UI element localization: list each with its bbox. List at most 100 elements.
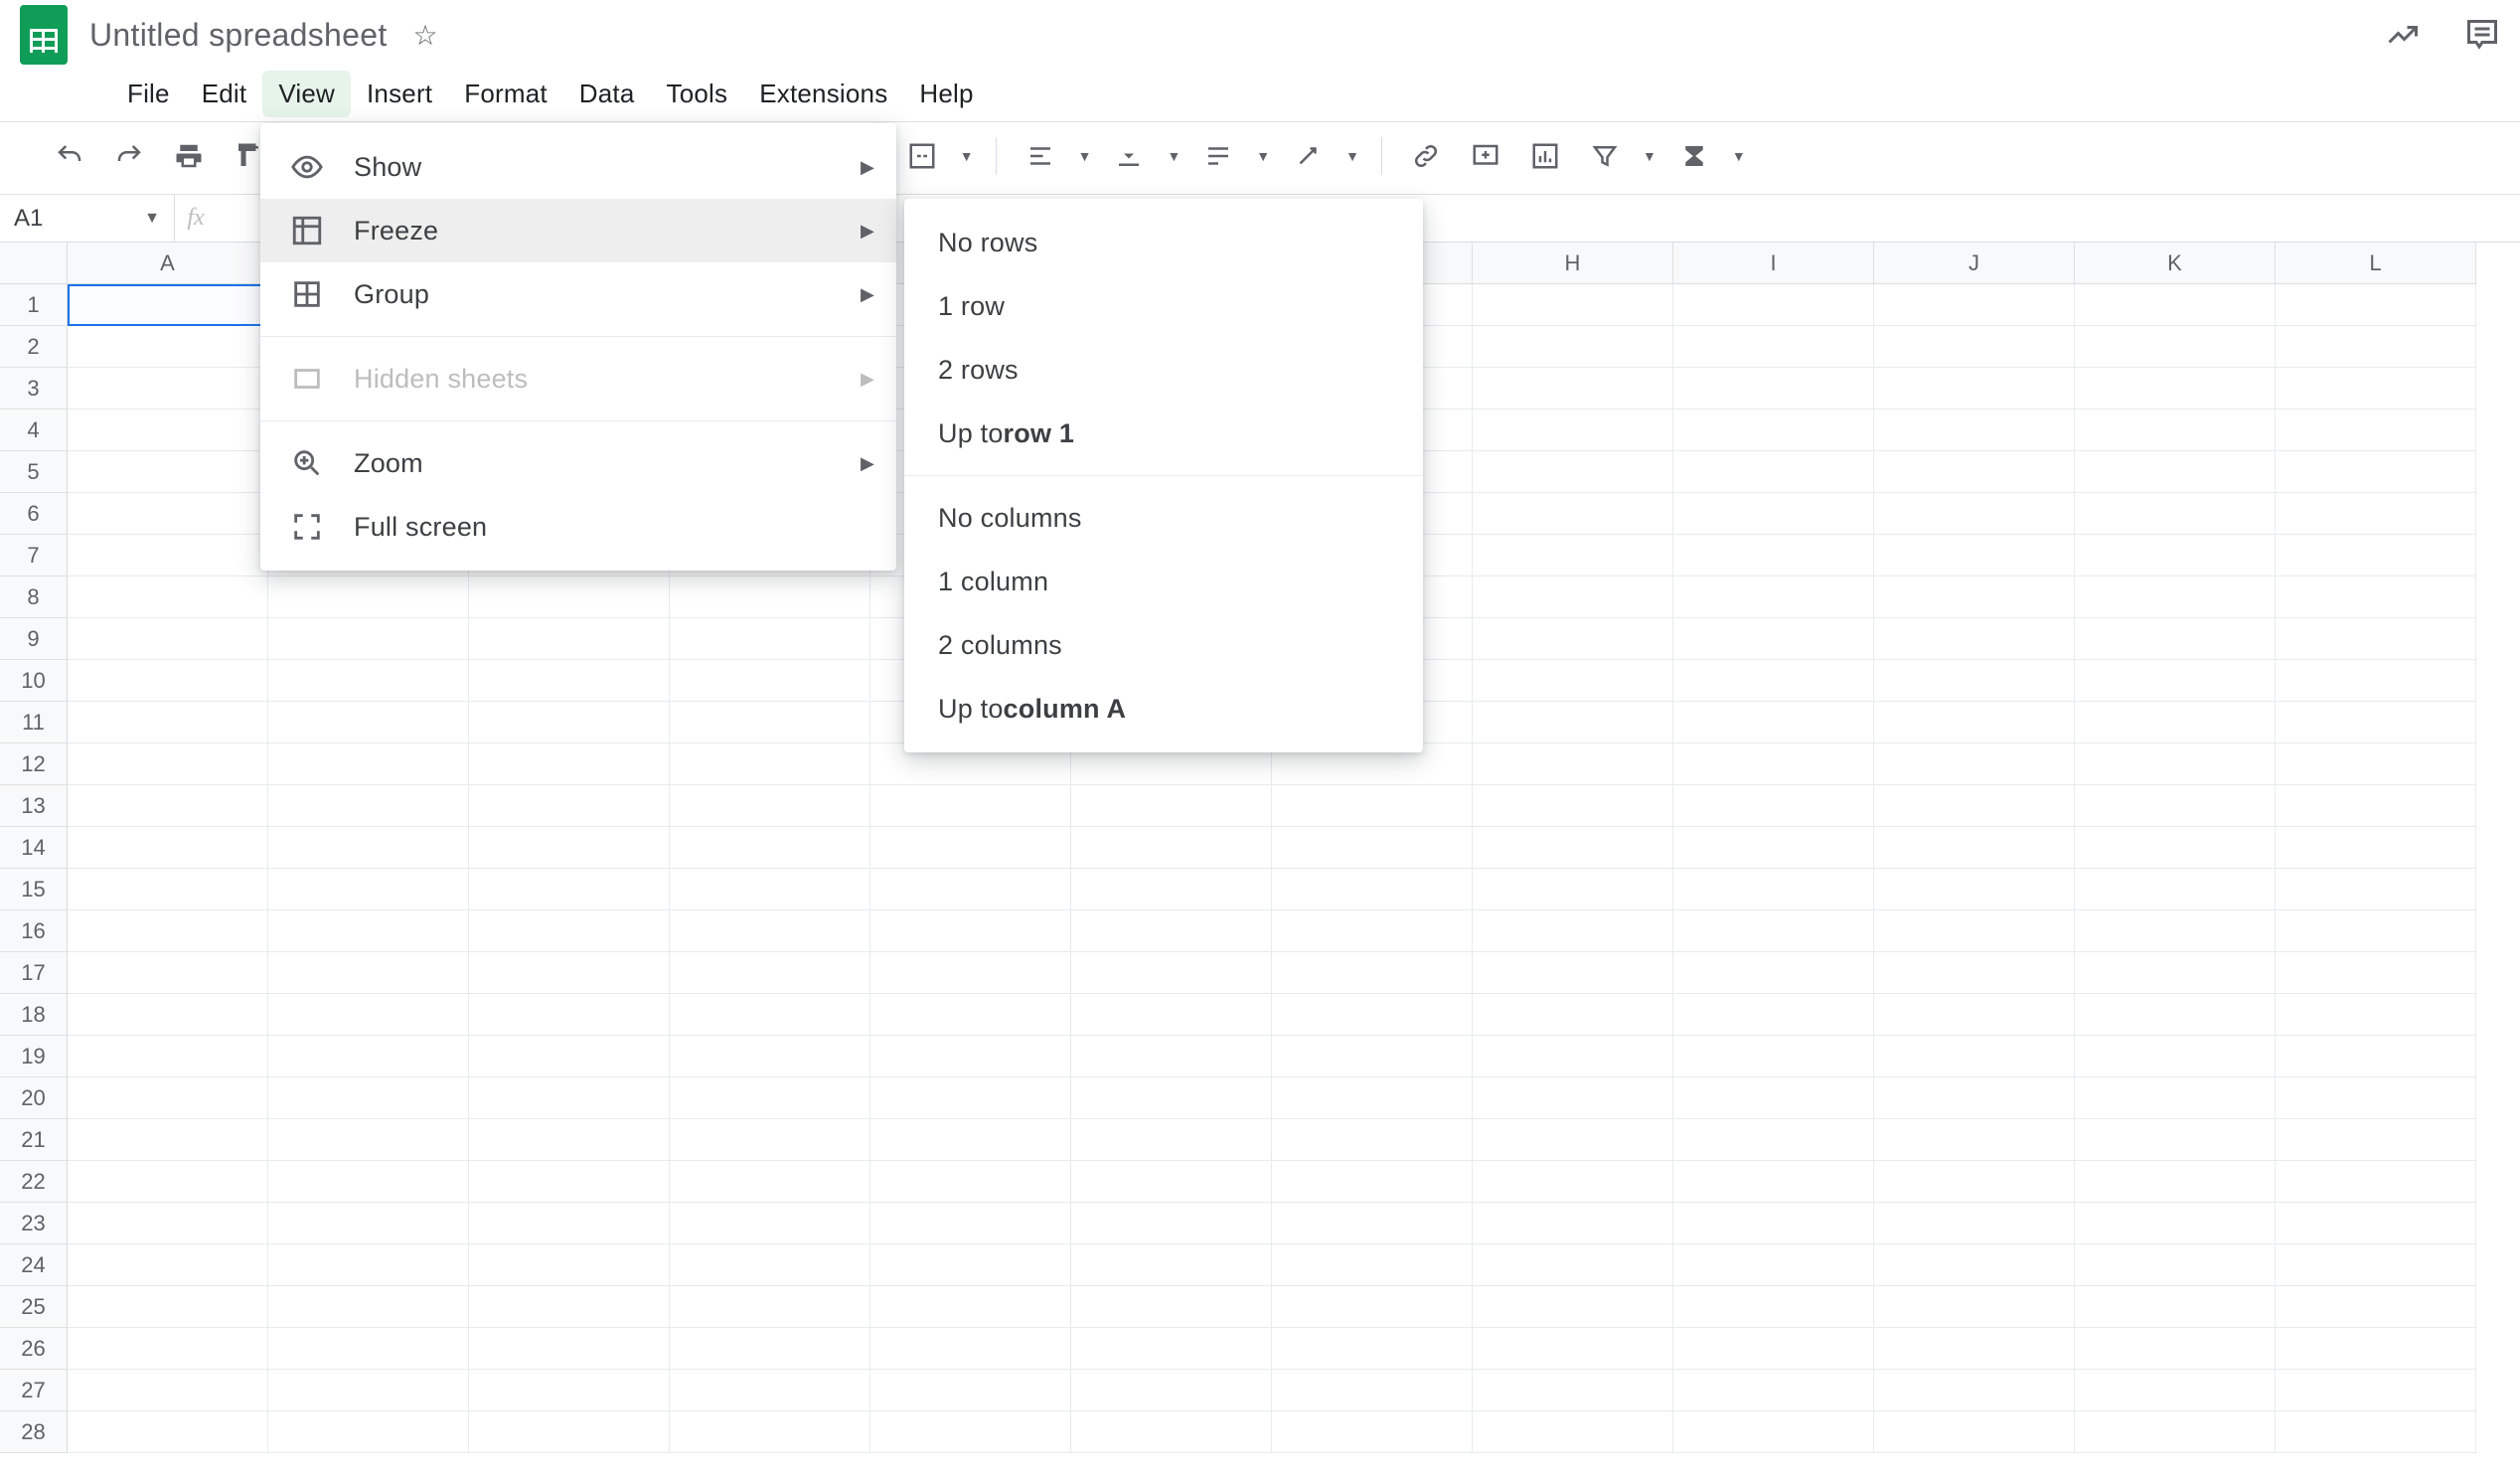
cell[interactable] bbox=[2276, 869, 2476, 910]
row-header[interactable]: 22 bbox=[0, 1161, 68, 1203]
freeze-2-rows[interactable]: 2 rows bbox=[904, 338, 1423, 402]
menu-file[interactable]: File bbox=[111, 71, 186, 117]
filter-icon[interactable] bbox=[1585, 136, 1625, 176]
freeze-2-columns[interactable]: 2 columns bbox=[904, 613, 1423, 677]
cell[interactable] bbox=[670, 1036, 870, 1077]
cell[interactable] bbox=[670, 1328, 870, 1370]
star-icon[interactable]: ☆ bbox=[413, 19, 438, 52]
cell[interactable] bbox=[870, 1286, 1071, 1328]
cell[interactable] bbox=[1874, 994, 2075, 1036]
cell[interactable] bbox=[1473, 1119, 1673, 1161]
cell[interactable] bbox=[2075, 952, 2276, 994]
text-rotation-icon[interactable] bbox=[1288, 136, 1328, 176]
activity-chart-icon[interactable] bbox=[2385, 17, 2421, 53]
cell[interactable] bbox=[68, 1203, 268, 1244]
cell[interactable] bbox=[2075, 1411, 2276, 1453]
cell[interactable] bbox=[1673, 1203, 1874, 1244]
cell[interactable] bbox=[1874, 1161, 2075, 1203]
v-align-dropdown-icon[interactable]: ▼ bbox=[1167, 148, 1181, 164]
cell[interactable] bbox=[670, 1244, 870, 1286]
cell[interactable] bbox=[2276, 368, 2476, 410]
row-header[interactable]: 16 bbox=[0, 910, 68, 952]
cell[interactable] bbox=[268, 994, 469, 1036]
cell[interactable] bbox=[1272, 1411, 1473, 1453]
cell[interactable] bbox=[2276, 576, 2476, 618]
cell[interactable] bbox=[1673, 535, 1874, 576]
cell[interactable] bbox=[1673, 576, 1874, 618]
view-full-screen[interactable]: Full screen bbox=[260, 495, 896, 559]
cell[interactable] bbox=[1874, 1077, 2075, 1119]
cell[interactable] bbox=[1071, 785, 1272, 827]
cell[interactable] bbox=[68, 827, 268, 869]
insert-chart-icon[interactable] bbox=[1525, 136, 1565, 176]
cell[interactable] bbox=[1473, 1036, 1673, 1077]
cell[interactable] bbox=[1473, 284, 1673, 326]
cell[interactable] bbox=[670, 952, 870, 994]
cell[interactable] bbox=[670, 1119, 870, 1161]
view-show[interactable]: Show ▶ bbox=[260, 135, 896, 199]
row-header[interactable]: 3 bbox=[0, 368, 68, 410]
cell[interactable] bbox=[2276, 702, 2476, 743]
cell[interactable] bbox=[2276, 618, 2476, 660]
filter-dropdown-icon[interactable]: ▼ bbox=[1643, 148, 1656, 164]
cell[interactable] bbox=[268, 827, 469, 869]
menu-data[interactable]: Data bbox=[563, 71, 651, 117]
cell[interactable] bbox=[2075, 660, 2276, 702]
cell[interactable] bbox=[268, 743, 469, 785]
cell[interactable] bbox=[1673, 660, 1874, 702]
cell[interactable] bbox=[1874, 910, 2075, 952]
cell[interactable] bbox=[1874, 535, 2075, 576]
cell[interactable] bbox=[469, 1036, 670, 1077]
cell[interactable] bbox=[68, 1411, 268, 1453]
cell[interactable] bbox=[2075, 284, 2276, 326]
cell[interactable] bbox=[1473, 743, 1673, 785]
cell[interactable] bbox=[1272, 785, 1473, 827]
cell[interactable] bbox=[1874, 1244, 2075, 1286]
row-header[interactable]: 24 bbox=[0, 1244, 68, 1286]
cell[interactable] bbox=[268, 1411, 469, 1453]
cell[interactable] bbox=[870, 1244, 1071, 1286]
cell[interactable] bbox=[1673, 952, 1874, 994]
cell[interactable] bbox=[1874, 618, 2075, 660]
cell[interactable] bbox=[68, 952, 268, 994]
comments-icon[interactable] bbox=[2464, 17, 2500, 53]
row-header[interactable]: 23 bbox=[0, 1203, 68, 1244]
row-header[interactable]: 2 bbox=[0, 326, 68, 368]
row-header[interactable]: 19 bbox=[0, 1036, 68, 1077]
cell[interactable] bbox=[1473, 994, 1673, 1036]
row-header[interactable]: 12 bbox=[0, 743, 68, 785]
cell[interactable] bbox=[670, 869, 870, 910]
cell[interactable] bbox=[268, 1161, 469, 1203]
name-box[interactable]: A1 ▼ bbox=[0, 195, 175, 242]
cell[interactable] bbox=[2276, 910, 2476, 952]
cell[interactable] bbox=[1874, 660, 2075, 702]
cell[interactable] bbox=[1874, 326, 2075, 368]
cell[interactable] bbox=[2075, 1077, 2276, 1119]
cell[interactable] bbox=[1473, 910, 1673, 952]
cell[interactable] bbox=[268, 1036, 469, 1077]
cell[interactable] bbox=[870, 827, 1071, 869]
cell[interactable] bbox=[1071, 1161, 1272, 1203]
rotation-dropdown-icon[interactable]: ▼ bbox=[1345, 148, 1359, 164]
cell[interactable] bbox=[1473, 576, 1673, 618]
cell[interactable] bbox=[1473, 451, 1673, 493]
cell[interactable] bbox=[1473, 660, 1673, 702]
cell[interactable] bbox=[1272, 952, 1473, 994]
cell[interactable] bbox=[1673, 994, 1874, 1036]
cell[interactable] bbox=[268, 1119, 469, 1161]
cell[interactable] bbox=[2075, 743, 2276, 785]
cell[interactable] bbox=[469, 1203, 670, 1244]
cell[interactable] bbox=[2075, 410, 2276, 451]
cell[interactable] bbox=[670, 1161, 870, 1203]
cell[interactable] bbox=[670, 702, 870, 743]
cell[interactable] bbox=[1673, 326, 1874, 368]
menu-extensions[interactable]: Extensions bbox=[743, 71, 903, 117]
cell[interactable] bbox=[469, 743, 670, 785]
cell[interactable] bbox=[2276, 1161, 2476, 1203]
cell[interactable] bbox=[1673, 1244, 1874, 1286]
cell[interactable] bbox=[68, 910, 268, 952]
cell[interactable] bbox=[1874, 1203, 2075, 1244]
cell[interactable] bbox=[1874, 1328, 2075, 1370]
cell[interactable] bbox=[1272, 1286, 1473, 1328]
cell[interactable] bbox=[1473, 1161, 1673, 1203]
